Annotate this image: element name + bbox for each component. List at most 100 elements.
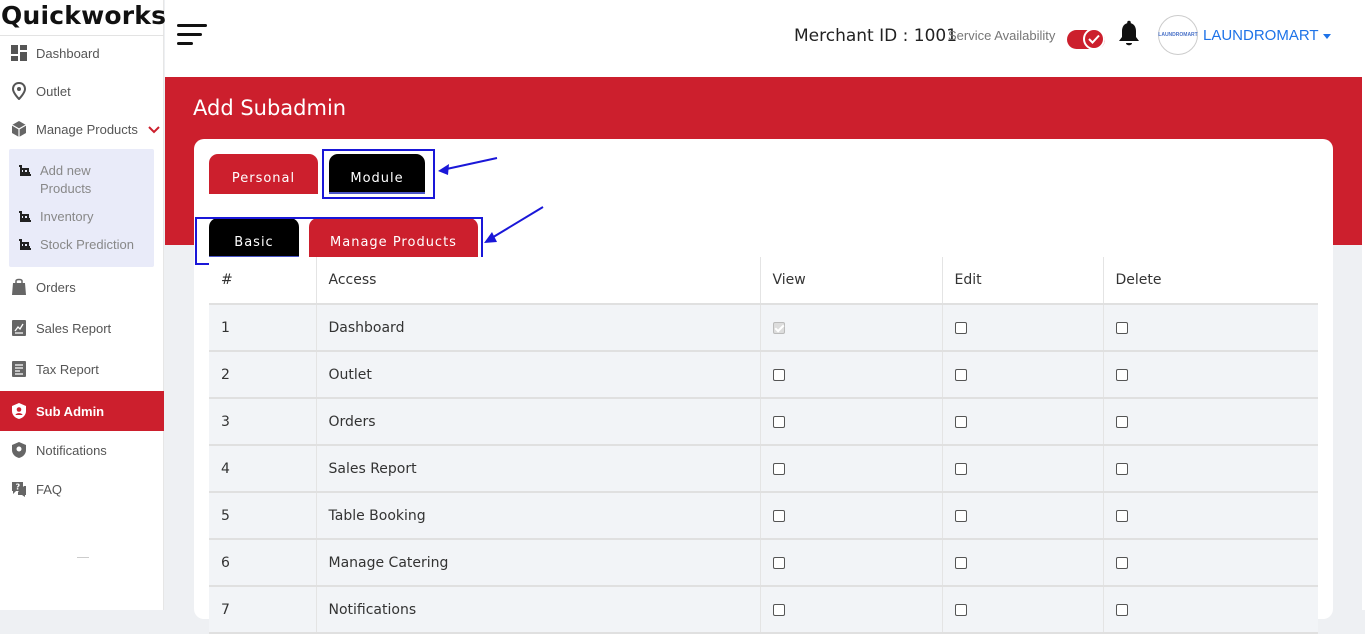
box-icon [0,120,36,138]
view-checkbox[interactable] [772,368,785,381]
annotation-highlight-box [322,149,435,199]
sidebar-item-sub-admin[interactable]: Sub Admin [0,391,164,431]
table-row: 5 Table Booking [209,492,1318,540]
tab-personal[interactable]: Personal [209,154,318,194]
faq-icon: ? [0,480,36,498]
bell-icon[interactable] [1116,20,1142,48]
column-header-access: Access [316,257,761,305]
view-checkbox[interactable] [772,556,785,569]
sidebar-item-label: Sub Admin [36,403,105,419]
column-header-number: # [209,257,317,305]
table-row: 6 Manage Catering [209,539,1318,587]
row-view-cell [760,445,943,493]
delete-checkbox[interactable] [1115,415,1128,428]
sidebar-item-manage-products[interactable]: Manage Products [0,110,164,148]
shield-user-icon [0,402,36,420]
column-header-view: View [760,257,943,305]
edit-checkbox[interactable] [954,415,967,428]
row-number: 5 [209,492,317,540]
sidebar-item-label: FAQ [36,481,63,497]
row-access-name: Orders [316,398,761,446]
sidebar-item-label: Sales Report [36,320,112,336]
sidebar-item-faq[interactable]: ? FAQ [0,470,164,508]
table-row: 2 Outlet [209,351,1318,399]
view-checkbox[interactable] [772,415,785,428]
table-row: 4 Sales Report [209,445,1318,493]
row-number: 4 [209,445,317,493]
sidebar-item-dashboard[interactable]: Dashboard [0,34,164,72]
avatar[interactable]: LAUNDROMART [1158,15,1198,55]
view-checkbox[interactable] [772,509,785,522]
chevron-down-icon[interactable] [148,122,160,137]
sidebar-item-sales-report[interactable]: Sales Report [0,309,164,347]
table-row: 1 Dashboard [209,304,1318,352]
row-delete-cell [1103,445,1318,493]
row-access-name: Sales Report [316,445,761,493]
view-checkbox [772,321,785,334]
delete-checkbox[interactable] [1115,462,1128,475]
service-availability-toggle[interactable] [1067,28,1105,50]
row-edit-cell [942,398,1104,446]
row-view-cell [760,304,943,352]
edit-checkbox[interactable] [954,321,967,334]
shopping-bag-icon [0,278,36,296]
row-delete-cell [1103,351,1318,399]
sidebar-item-outlet[interactable]: Outlet [0,72,164,110]
delete-checkbox[interactable] [1115,509,1128,522]
receipt-icon [0,360,36,378]
submenu-label: Inventory [40,209,94,224]
merchant-id: Merchant ID : 1001 [794,26,958,46]
sidebar-item-notifications[interactable]: Notifications [0,431,164,469]
delete-checkbox[interactable] [1115,321,1128,334]
row-number: 1 [209,304,317,352]
edit-checkbox[interactable] [954,556,967,569]
view-checkbox[interactable] [772,462,785,475]
submenu-item-stock-prediction[interactable]: Stock Prediction [9,236,154,254]
sidebar-item-label: Manage Products [36,121,138,137]
submenu-item-add-new-products[interactable]: Add new Products [9,162,154,198]
table-header-row: # Access View Edit Delete [209,257,1318,305]
row-delete-cell [1103,539,1318,587]
tab-label: Personal [231,170,296,186]
column-header-edit: Edit [942,257,1104,305]
brand-logo[interactable]: Quickworks [0,0,166,34]
submenu-label: Stock Prediction [40,237,134,252]
delete-checkbox[interactable] [1115,556,1128,569]
row-access-name: Manage Catering [316,539,761,587]
sidebar-item-label: Outlet [36,83,71,99]
location-pin-icon [0,82,36,100]
row-number: 3 [209,398,317,446]
sidebar-item-tax-report[interactable]: Tax Report [0,350,164,388]
edit-checkbox[interactable] [954,368,967,381]
row-delete-cell [1103,304,1318,352]
sidebar-item-label: Notifications [36,442,107,458]
row-number: 6 [209,539,317,587]
divider [77,557,89,558]
sidebar-item-orders[interactable]: Orders [0,268,164,306]
cart-icon [9,162,40,198]
row-number: 2 [209,351,317,399]
user-menu-dropdown[interactable]: LAUNDROMART [1203,27,1331,44]
row-view-cell [760,398,943,446]
row-edit-cell [942,304,1104,352]
row-view-cell [760,492,943,540]
row-access-name: Table Booking [316,492,761,540]
row-edit-cell [942,445,1104,493]
avatar-logo-text: LAUNDROMART [1158,32,1198,38]
module-access-table: # Access View Edit Delete 1 Dashboard 2 Out… [209,257,1318,634]
sidebar-item-label: Dashboard [36,45,100,61]
top-header: Merchant ID : 1001 Service Availability … [165,0,1365,77]
menu-toggle-icon[interactable] [177,24,209,48]
row-view-cell [760,539,943,587]
shield-bell-icon [0,441,36,459]
edit-checkbox[interactable] [954,462,967,475]
dashboard-icon [0,44,36,62]
submenu-item-inventory[interactable]: Inventory [9,208,154,226]
row-delete-cell [1103,492,1318,540]
edit-checkbox[interactable] [954,509,967,522]
sidebar-item-label: Orders [36,279,76,295]
row-access-name: Outlet [316,351,761,399]
report-icon [0,319,36,337]
delete-checkbox[interactable] [1115,368,1128,381]
check-icon [1083,28,1105,50]
